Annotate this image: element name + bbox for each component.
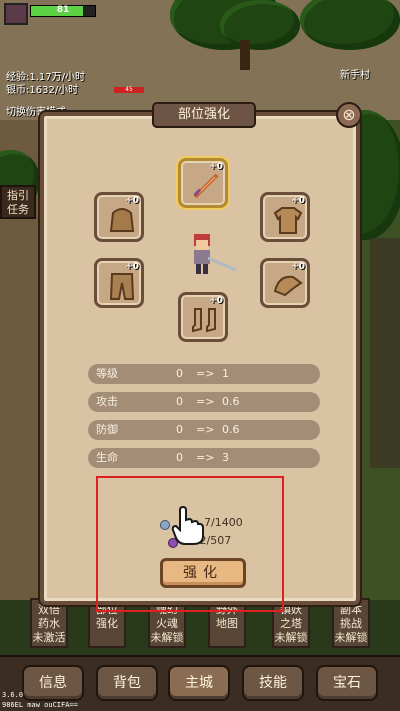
slot-plus: +0 bbox=[291, 196, 305, 206]
close-button[interactable]: ⊗ bbox=[336, 102, 362, 128]
stat-to: 1 bbox=[222, 367, 229, 380]
stat-name: 等级 bbox=[96, 367, 118, 380]
hero-sprite bbox=[194, 234, 237, 274]
helmet-icon bbox=[109, 208, 135, 232]
slot-plus: +0 bbox=[209, 162, 223, 172]
slot-gloves[interactable]: +0 bbox=[260, 258, 310, 308]
slot-plus: +0 bbox=[125, 196, 139, 206]
dungeon-challenge-button[interactable]: 副本 挑战 未解锁 bbox=[332, 598, 370, 648]
stat-to: 0.6 bbox=[222, 395, 240, 408]
guide-task-button[interactable]: 指引 任务 bbox=[0, 185, 36, 219]
slot-plus: +0 bbox=[291, 262, 305, 272]
stat-row-level: 等级 0 => 1 bbox=[88, 364, 320, 384]
stat-row-attack: 攻击 0 => 0.6 bbox=[88, 392, 320, 412]
slot-plus: +0 bbox=[125, 262, 139, 272]
silver-rate: 银币:1632/小时 bbox=[6, 85, 79, 96]
stat-from: 0 bbox=[176, 451, 183, 464]
pants-icon bbox=[109, 273, 135, 300]
stat-name: 生命 bbox=[96, 451, 118, 464]
slot-boots[interactable]: +0 bbox=[178, 292, 228, 342]
tutorial-highlight bbox=[96, 476, 284, 612]
slot-pants[interactable]: +0 bbox=[94, 258, 144, 308]
stat-from: 0 bbox=[176, 395, 183, 408]
nav-info[interactable]: 信息 bbox=[22, 665, 84, 701]
dialog-title: 部位强化 bbox=[152, 102, 256, 128]
slot-weapon[interactable]: +0 bbox=[178, 158, 228, 208]
stat-from: 0 bbox=[176, 367, 183, 380]
stat-row-defense: 防御 0 => 0.6 bbox=[88, 420, 320, 440]
nav-bag[interactable]: 背包 bbox=[96, 665, 158, 701]
stat-arrow: => bbox=[196, 367, 215, 380]
stat-row-hp: 生命 0 => 3 bbox=[88, 448, 320, 468]
stat-arrow: => bbox=[196, 395, 215, 408]
slot-helmet[interactable]: +0 bbox=[94, 192, 144, 242]
right-side-panel bbox=[370, 238, 400, 468]
hp-value: 81 bbox=[56, 5, 70, 15]
hp-bar: 81 bbox=[30, 5, 96, 17]
armor-icon bbox=[273, 207, 303, 234]
nav-gem[interactable]: 宝石 bbox=[316, 665, 378, 701]
stat-name: 防御 bbox=[96, 423, 118, 436]
gloves-icon bbox=[273, 275, 303, 297]
player-avatar[interactable] bbox=[4, 3, 28, 25]
slot-plus: +0 bbox=[209, 296, 223, 306]
double-potion-button[interactable]: 双倍 药水 未激活 bbox=[30, 598, 68, 648]
device-text: 986EL maw ouCIFA== bbox=[2, 701, 78, 709]
stat-to: 3 bbox=[222, 451, 229, 464]
sword-icon bbox=[193, 173, 219, 199]
stat-from: 0 bbox=[176, 423, 183, 436]
boots-icon bbox=[192, 308, 216, 333]
version-text: 3.6.0 bbox=[2, 691, 24, 699]
stat-to: 0.6 bbox=[222, 423, 240, 436]
stat-arrow: => bbox=[196, 423, 215, 436]
stat-arrow: => bbox=[196, 451, 215, 464]
slot-armor[interactable]: +0 bbox=[260, 192, 310, 242]
nav-city[interactable]: 主城 bbox=[168, 665, 230, 701]
stat-name: 攻击 bbox=[96, 395, 118, 408]
nav-skill[interactable]: 技能 bbox=[242, 665, 304, 701]
zone-name: 新手村 bbox=[340, 70, 370, 81]
enemy-hp: 45 bbox=[114, 87, 144, 93]
